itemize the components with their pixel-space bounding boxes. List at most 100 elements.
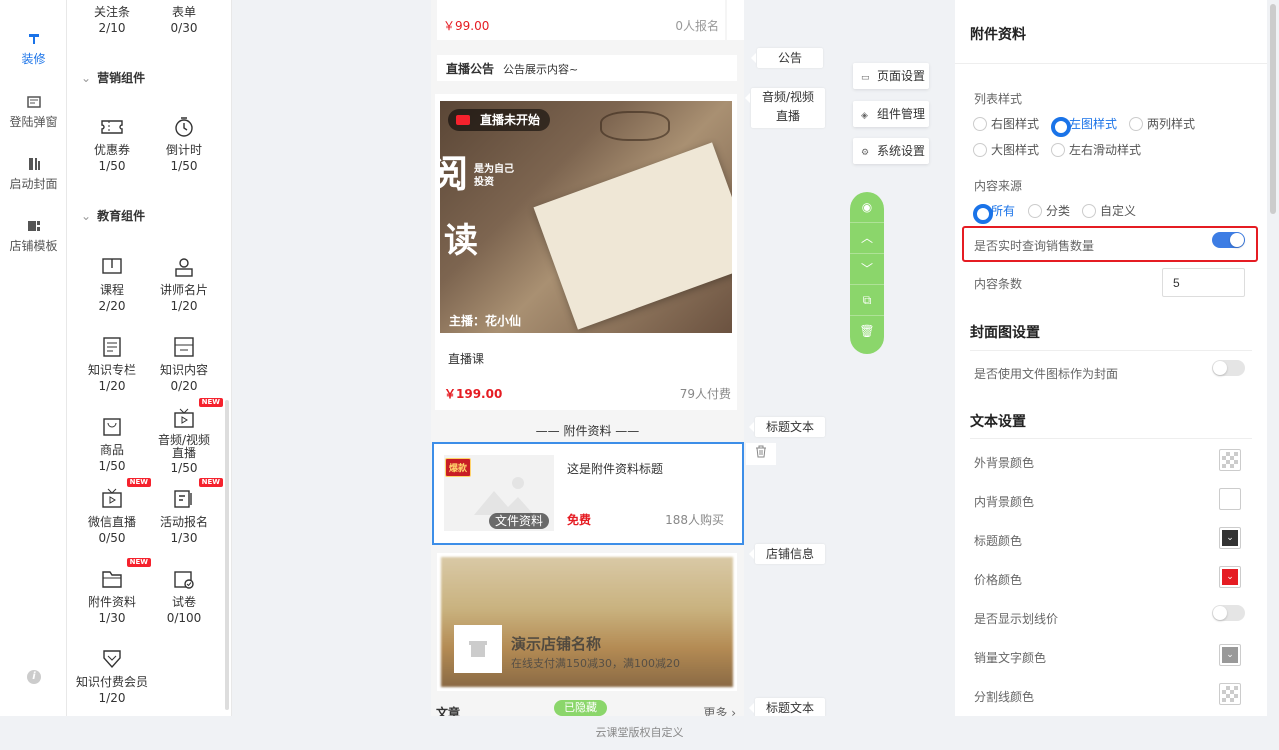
component-label: 讲师名片 [159,283,208,297]
article-header[interactable]: 文章 已隐藏 更多 › [431,700,744,716]
store-logo [454,625,502,673]
live-host: 主播：花小仙 [449,314,522,328]
component-form[interactable]: 表单 0/30 [149,4,219,36]
nav-label: 启动封面 [9,177,58,191]
component-management-button[interactable]: ◈ 组件管理 [853,101,929,127]
nav-item-launch-cover[interactable]: 启动封面 [0,157,67,192]
cover-icon [28,158,40,170]
event-card[interactable]: ￥99.00 0人报名 [437,0,725,40]
teacher-card-icon [175,258,193,277]
component-av-live[interactable]: NEW 音频/视频直播 1/50 [149,398,223,476]
component-count: 1/50 [98,459,126,473]
delete-component-icon[interactable] [746,443,776,465]
live-notice[interactable]: 直播公告 公告展示内容~ [437,55,737,81]
column-icon [103,337,121,357]
component-label: 音频/视频直播 [157,433,211,460]
component-label: 附件资料 [87,595,136,609]
store-info-card[interactable]: 演示店铺名称 在线支付满150减30，满100减20 [437,553,737,691]
live-card[interactable]: 直播未开始 阅 是为自己投资 读 主播：花小仙 直播课 ￥199.00 79人付… [435,94,737,410]
panel-scrollbar[interactable] [1267,0,1279,716]
eye-icon[interactable]: ◉ [850,192,884,223]
attach-thumb: 爆款 文件资料 [444,455,554,531]
cover-big-char-1: 阅 [440,151,469,196]
component-knowledge-content[interactable]: 知识内容 0/20 [149,336,219,394]
store-promo: 在线支付满150减30，满100减20 [511,657,680,670]
radio-slide[interactable]: 左右滑动样式 [1051,143,1141,157]
live-status-badge: 直播未开始 [448,109,551,131]
outer-bg-swatch[interactable] [1219,449,1241,471]
move-down-icon[interactable]: ﹀ [850,254,884,285]
use-file-icon-toggle[interactable] [1212,360,1245,376]
component-label: 知识专栏 [87,363,136,377]
info-icon[interactable]: i [27,670,41,684]
move-up-icon[interactable]: ︿ [850,223,884,254]
component-coupon[interactable]: 优惠券 1/50 [77,116,147,174]
hidden-badge: 已隐藏 [554,700,607,716]
component-label: 课程 [99,283,124,297]
component-event-signup[interactable]: NEW 活动报名 1/30 [149,478,223,546]
component-follow-bar[interactable]: 关注条 2/10 [77,4,147,36]
radio-source-category[interactable]: 分类 [1028,204,1070,218]
radio-source-all[interactable]: 所有 [973,204,1015,224]
title-color-label: 标题颜色 [974,534,1023,548]
attach-card[interactable]: 爆款 文件资料 这是附件资料标题 免费 188人购买 [432,442,744,545]
component-course[interactable]: 课程 2/20 [77,256,147,314]
radio-left-image[interactable]: 左图样式 [1051,117,1117,137]
strike-price-toggle[interactable] [1212,605,1245,621]
book-image [533,142,732,330]
label-notice[interactable]: 公告 [751,48,823,68]
marketing-section-title[interactable]: ⌄ 营销组件 [81,69,145,86]
attach-title: 这是附件资料标题 [567,462,664,476]
component-scrollbar[interactable] [225,400,229,710]
component-countdown[interactable]: 倒计时 1/50 [149,116,219,174]
radio-two-column[interactable]: 两列样式 [1129,117,1195,131]
component-column[interactable]: 知识专栏 1/20 [77,336,147,394]
component-count: 1/20 [98,691,126,705]
live-price: ￥199.00 [444,387,503,401]
sales-text-color-label: 销量文字颜色 [974,651,1047,665]
component-count: 1/20 [98,379,126,393]
component-count: 1/50 [98,159,126,173]
label-av-live[interactable]: 音频/视频直播 [745,88,825,128]
camera-icon [456,115,470,125]
event-signup-count: 0人报名 [675,19,719,33]
radio-big-image[interactable]: 大图样式 [973,143,1039,157]
education-section-title[interactable]: ⌄ 教育组件 [81,207,145,224]
component-vip[interactable]: 知识付费会员 1/20 [70,648,154,706]
course-icon [102,258,122,274]
component-label: 知识内容 [159,363,208,377]
store-name: 演示店铺名称 [511,635,602,653]
nav-item-login-popup[interactable]: 登陆弹窗 [0,95,67,130]
component-label: 试卷 [171,595,196,609]
list-style-label: 列表样式 [974,92,1023,106]
button-label: 系统设置 [877,144,926,158]
hot-tag: 爆款 [445,458,472,477]
radio-right-image[interactable]: 右图样式 [973,117,1039,131]
delete-icon[interactable]: 🗑 [850,316,884,347]
source-label: 内容来源 [974,179,1023,193]
radio-source-custom[interactable]: 自定义 [1082,204,1136,218]
divider-color-swatch[interactable] [1219,683,1241,705]
copy-icon[interactable]: ⧉ [850,285,884,316]
title-color-swatch[interactable]: ⌄ [1219,527,1241,549]
nav-item-decorate[interactable]: 装修 [0,32,67,67]
component-exam[interactable]: 试卷 0/100 [149,568,219,626]
sales-text-color-swatch[interactable]: ⌄ [1219,644,1241,666]
component-attachment[interactable]: NEW 附件资料 1/30 [77,558,151,626]
divider [970,438,1252,439]
nav-item-store-template[interactable]: 店铺模板 [0,219,67,254]
label-title-text[interactable]: 标题文本 [749,698,825,718]
price-color-swatch[interactable]: ⌄ [1219,566,1241,588]
system-settings-button[interactable]: ⚙ 系统设置 [853,138,929,164]
label-store-info[interactable]: 店铺信息 [749,544,825,564]
component-label: 微信直播 [87,515,136,529]
more-link[interactable]: 更多 › [703,704,736,716]
divider [970,350,1252,351]
component-wechat-live[interactable]: NEW 微信直播 0/50 [77,478,151,546]
count-input[interactable] [1162,268,1245,297]
inner-bg-swatch[interactable] [1219,488,1241,510]
component-product[interactable]: 商品 1/50 [77,416,147,474]
page-settings-button[interactable]: ▭ 页面设置 [853,63,929,89]
component-teacher-card[interactable]: 讲师名片 1/20 [149,256,219,314]
label-title-text[interactable]: 标题文本 [749,417,825,437]
